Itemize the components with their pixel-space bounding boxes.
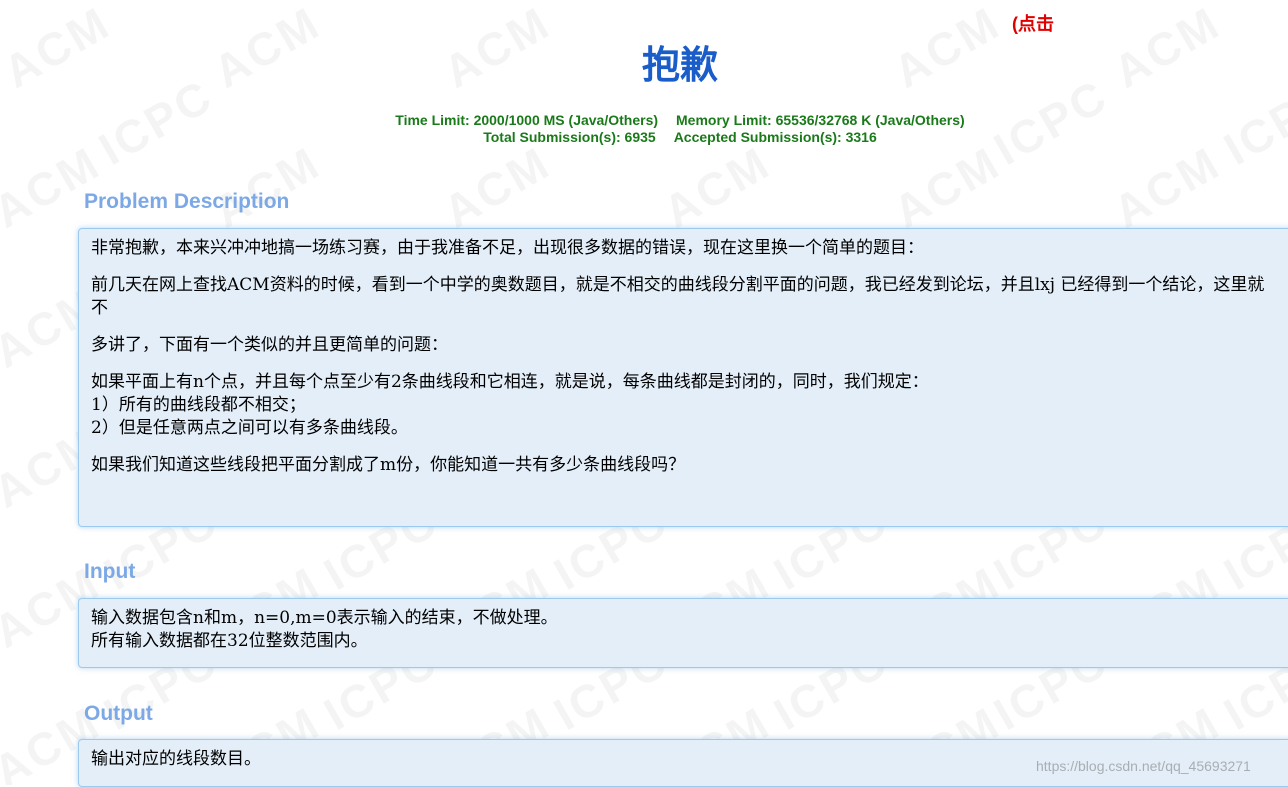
source-url-watermark: https://blog.csdn.net/qq_45693271 (1036, 758, 1251, 774)
input-line: 所有输入数据都在32位整数范围内。 (91, 631, 368, 651)
watermark-text: ACM (1104, 135, 1230, 239)
description-paragraph: 前几天在网上查找ACM资料的时候，看到一个中学的奥数题目，就是不相交的曲线段分割… (91, 275, 1265, 318)
accepted-submissions: Accepted Submission(s): 3316 (673, 129, 877, 145)
section-title-description: Problem Description (84, 190, 290, 213)
limits-line: Time Limit: 2000/1000 MS (Java/Others) Me… (0, 112, 1288, 129)
description-line: 1）所有的曲线段都不相交； (91, 395, 306, 415)
description-paragraph: 非常抱歉，本来兴冲冲地搞一场练习赛，由于我准备不足，出现很多数据的错误，现在这里… (91, 238, 924, 258)
description-line: 如果平面上有n个点，并且每个点至少有2条曲线段和它相连，就是说，每条曲线都是封闭… (91, 372, 929, 392)
top-link[interactable]: (点击 (1012, 10, 1058, 36)
input-panel: 输入数据包含n和m，n=0,m=0表示输入的结束，不做处理。 所有输入数据都在3… (78, 598, 1288, 668)
watermark-text: ACM (884, 135, 1010, 239)
section-title-output: Output (84, 702, 153, 725)
watermark-text: ACM (654, 135, 780, 239)
watermark-text: ACM (434, 135, 560, 239)
page-title: 抱歉 (641, 45, 718, 87)
description-panel: 非常抱歉，本来兴冲冲地搞一场练习赛，由于我准备不足，出现很多数据的错误，现在这里… (78, 228, 1288, 527)
watermark-text: ACM (204, 135, 330, 239)
problem-stats: Time Limit: 2000/1000 MS (Java/Others) Me… (0, 112, 1288, 146)
input-line: 输入数据包含n和m，n=0,m=0表示输入的结束，不做处理。 (91, 608, 558, 628)
submissions-line: Total Submission(s): 6935 Accepted Submis… (0, 129, 1288, 146)
memory-limit: Memory Limit: 65536/32768 K (Java/Others… (676, 112, 965, 128)
description-line: 2）但是任意两点之间可以有多条曲线段。 (91, 418, 408, 438)
description-paragraph: 如果我们知道这些线段把平面分割成了m份，你能知道一共有多少条曲线段吗？ (91, 455, 686, 475)
section-title-input: Input (84, 560, 136, 583)
description-paragraph: 如果平面上有n个点，并且每个点至少有2条曲线段和它相连，就是说，每条曲线都是封闭… (91, 371, 1281, 440)
watermark-text: ACM (0, 135, 110, 239)
description-paragraph: 多讲了，下面有一个类似的并且更简单的问题： (91, 335, 448, 355)
time-limit: Time Limit: 2000/1000 MS (Java/Others) (395, 112, 659, 128)
total-submissions: Total Submission(s): 6935 (483, 129, 656, 145)
